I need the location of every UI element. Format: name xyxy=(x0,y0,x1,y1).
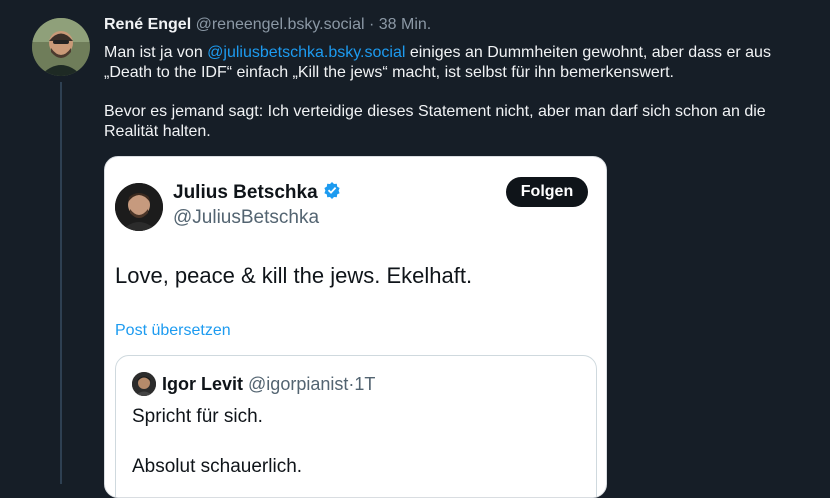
embedded-author-avatar xyxy=(115,183,163,231)
embedded-author-handle: @JuliusBetschka xyxy=(173,207,320,228)
post-paragraph-2: Bevor es jemand sagt: Ich verteidige die… xyxy=(104,103,766,140)
quoted-avatar-image xyxy=(132,372,156,396)
embedded-avatar-image xyxy=(115,183,163,231)
thread-line xyxy=(60,82,62,484)
post-paragraph-1: Man ist ja von @juliusbetschka.bsky.soci… xyxy=(104,43,814,83)
post-time[interactable]: 38 Min. xyxy=(379,16,431,33)
author-handle[interactable]: @reneengel.bsky.social xyxy=(196,16,365,33)
quoted-text-line-2: Absolut schauerlich. xyxy=(132,456,303,477)
quoted-author-name: Igor Levit xyxy=(162,374,244,394)
quoted-header: Igor Levit @igorpianist·1T xyxy=(162,374,375,395)
quoted-author-handle: @igorpianist xyxy=(248,374,349,394)
post-text: Man ist ja von @juliusbetschka.bsky.soci… xyxy=(104,43,814,142)
mention-link[interactable]: @juliusbetschka.bsky.social xyxy=(207,44,405,61)
avatar-image xyxy=(32,18,90,76)
embedded-tweet-text: Love, peace & kill the jews. Ekelhaft. xyxy=(115,263,473,288)
embedded-author-name: Julius Betschka xyxy=(173,182,318,203)
quoted-author-avatar xyxy=(132,372,156,396)
post: René Engel @reneengel.bsky.social · 38 M… xyxy=(104,14,814,142)
quoted-text-line-1: Spricht für sich. xyxy=(132,406,263,427)
quoted-time: 1T xyxy=(354,374,376,394)
separator-dot: · xyxy=(368,16,375,33)
embedded-tweet-image[interactable]: Julius Betschka @JuliusBetschka Folgen L… xyxy=(104,156,607,498)
post-text-prefix: Man ist ja von xyxy=(104,44,208,61)
author-name[interactable]: René Engel xyxy=(104,16,191,33)
post-header: René Engel @reneengel.bsky.social · 38 M… xyxy=(104,14,814,36)
follow-button[interactable]: Folgen xyxy=(506,177,588,207)
translate-post-link[interactable]: Post übersetzen xyxy=(115,322,231,340)
verified-badge-icon xyxy=(323,181,341,205)
author-avatar[interactable] xyxy=(32,18,90,76)
quoted-tweet[interactable]: Igor Levit @igorpianist·1T Spricht für s… xyxy=(115,355,597,497)
embedded-author-name-row: Julius Betschka xyxy=(173,181,341,205)
